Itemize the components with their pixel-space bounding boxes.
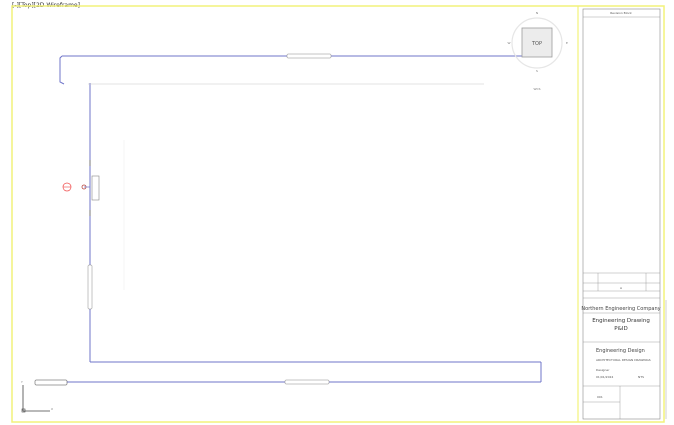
pipe-tag-top[interactable] (286, 53, 332, 59)
compass-west[interactable]: W (508, 41, 511, 45)
ucs-y-label: Y (21, 380, 23, 384)
ucs-x-label: X (51, 407, 53, 411)
notes-line-2: ARCHITECTURAL DESIGN DRAWINGS (596, 358, 651, 362)
equipment-nozzle[interactable] (34, 379, 68, 386)
pipe-top-bend (59, 55, 65, 85)
ucs-origin (21, 408, 26, 413)
drawing-title-line-1: Engineering Drawing (592, 318, 650, 324)
sheet-border (11, 5, 665, 423)
viewcube[interactable]: TOP N S E W WCS (508, 11, 569, 91)
compass-north[interactable]: N (536, 11, 538, 15)
drawing-viewport[interactable]: [-][Top][2D Wireframe] Revision Block A … (0, 0, 674, 425)
sheet-number: 001 (597, 395, 603, 399)
notes-line-1: Engineering Design (596, 348, 645, 354)
pipe-tag-bottom[interactable] (284, 379, 330, 385)
drawn-by-value: Designer (596, 368, 610, 372)
piping-loop (59, 55, 542, 383)
pipe-tag-left[interactable] (87, 264, 93, 310)
instrument-tag[interactable] (91, 175, 100, 201)
viewcube-face-label: TOP (531, 41, 542, 47)
company-name: Northern Engineering Company (581, 306, 660, 312)
wcs-menu[interactable]: WCS (534, 87, 541, 91)
revision-cell: A (620, 286, 623, 290)
revision-block-header: Revision Block (610, 11, 632, 15)
drawing-title-line-2: P&ID (614, 326, 627, 332)
drawing-canvas[interactable]: Revision Block A Northern Engineering Co… (0, 0, 674, 425)
date-value: 01/01/2024 (596, 375, 613, 379)
compass-east[interactable]: E (566, 41, 568, 45)
compass-south[interactable]: S (536, 69, 538, 73)
scale-value: NTS (638, 375, 644, 379)
red-instrument-symbol[interactable] (62, 182, 72, 192)
